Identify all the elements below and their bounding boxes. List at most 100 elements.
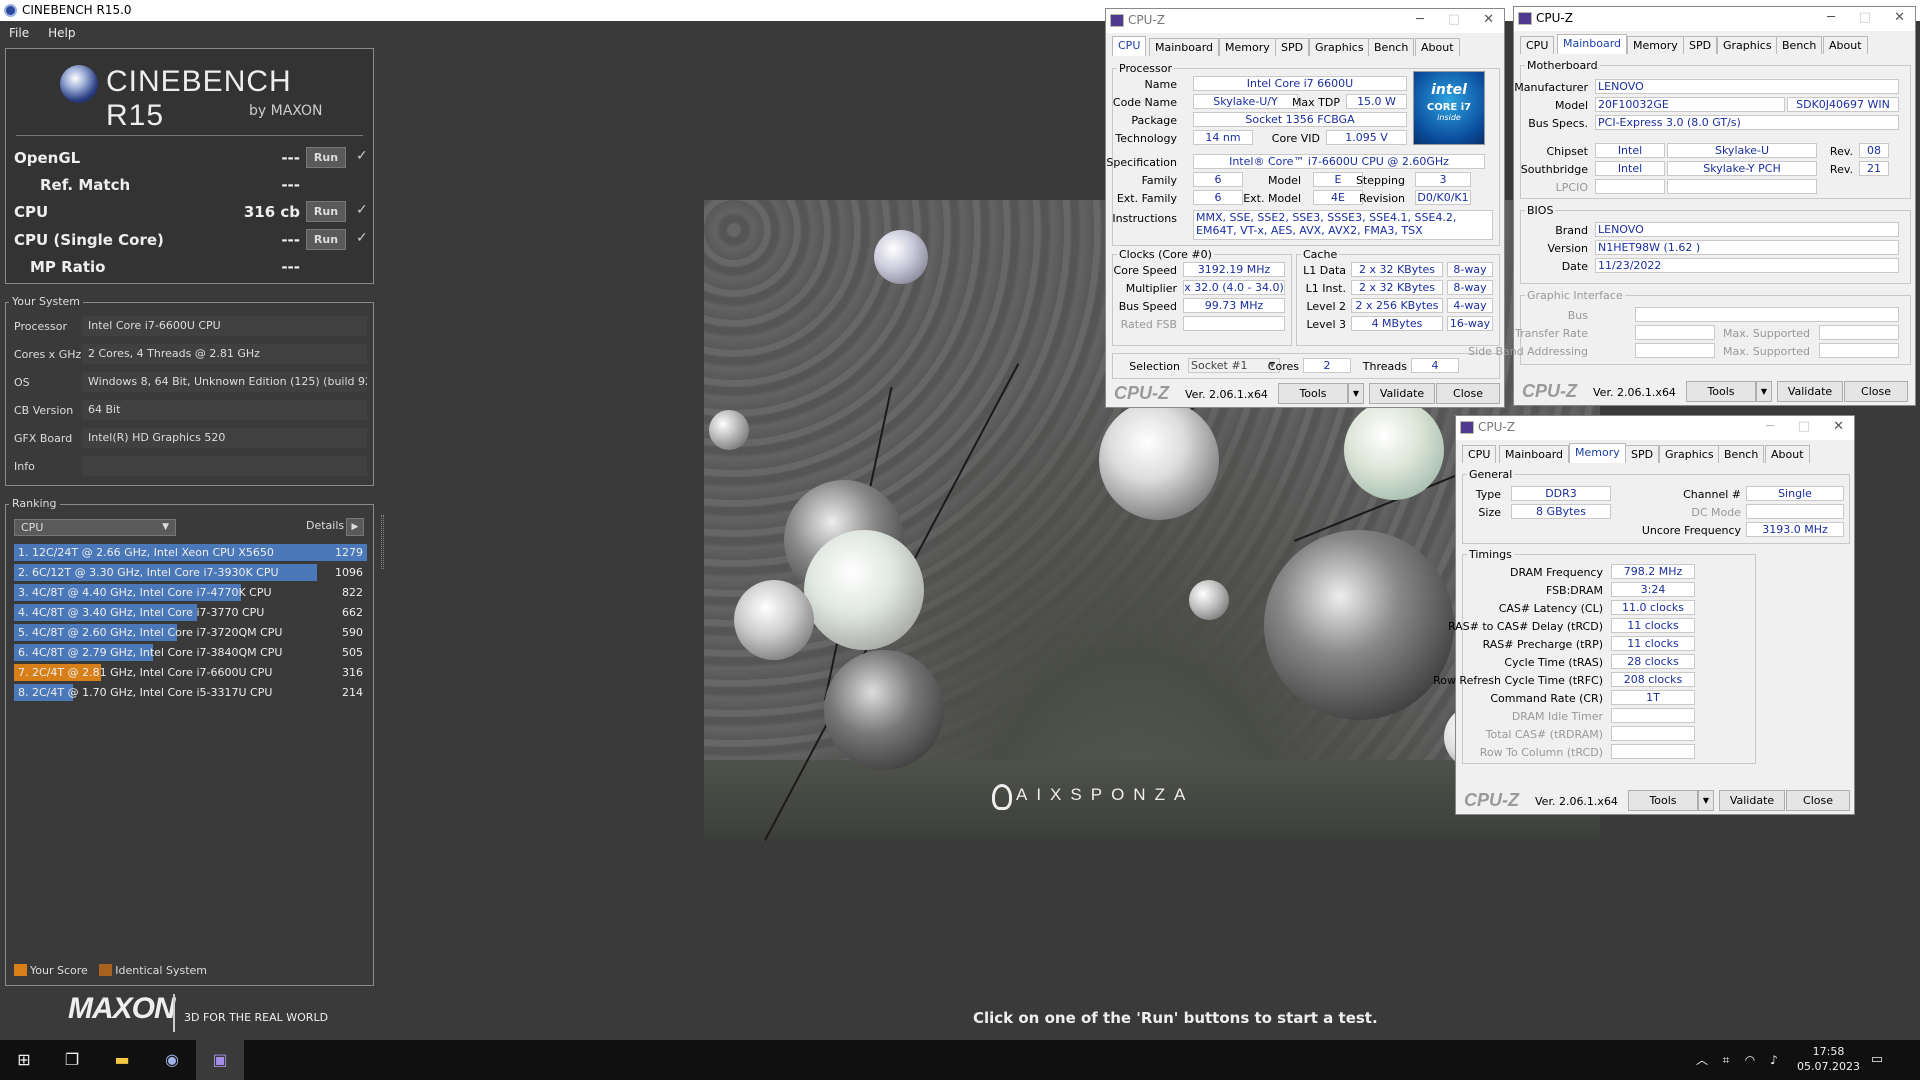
taskbar-file-explorer[interactable]: ▬ (98, 1040, 146, 1080)
tray-volume-icon[interactable]: ♪ (1762, 1040, 1786, 1080)
tab-memory[interactable]: Memory (1569, 443, 1626, 463)
maximize-icon[interactable]: □ (1859, 7, 1871, 29)
tools-button[interactable]: Tools (1628, 790, 1698, 811)
minimize-icon[interactable]: ─ (1766, 416, 1774, 438)
legend-label: Your Score (30, 964, 88, 977)
tab-spd[interactable]: SPD (1683, 36, 1718, 54)
badge-line: CORE i7 (1426, 102, 1472, 113)
system-value[interactable]: Intel Core i7-6600U CPU (82, 316, 367, 336)
system-value[interactable]: 64 Bit (82, 400, 367, 420)
tab-spd[interactable]: SPD (1625, 445, 1660, 463)
tray-network-icon[interactable]: ⌗ (1714, 1040, 1738, 1080)
close-button[interactable]: Close (1786, 790, 1850, 811)
timing-label: Total CAS# (tRDRAM) (1485, 728, 1603, 741)
manufacturer-value: LENOVO (1595, 79, 1899, 94)
ranking-row[interactable]: 7. 2C/4T @ 2.81 GHz, Intel Core i7-6600U… (14, 664, 367, 681)
tab-mainboard[interactable]: Mainboard (1499, 445, 1570, 463)
system-key: Info (14, 460, 35, 473)
label: Side Band Addressing (1468, 345, 1588, 358)
info-input[interactable] (82, 456, 367, 476)
group-title: Motherboard (1525, 59, 1600, 72)
notification-icon[interactable]: ▭ (1862, 1040, 1892, 1080)
label: Bus Specs. (1528, 117, 1588, 130)
tab-about[interactable]: About (1765, 445, 1810, 463)
tray-clock[interactable]: 17:58 05.07.2023 (1797, 1044, 1860, 1074)
window-footer: CPU-Z Ver. 2.06.1.x64 Tools ▼ Validate C… (1514, 379, 1915, 405)
cpuz-logo: CPU-Z (1522, 381, 1577, 401)
maximize-icon[interactable]: □ (1798, 416, 1810, 438)
menu-file[interactable]: File (9, 26, 29, 40)
tab-about[interactable]: About (1415, 38, 1460, 56)
clocks-group: Clocks (Core #0) Core Speed 3192.19 MHz … (1112, 248, 1292, 346)
label: Cores (1267, 360, 1299, 373)
details-button[interactable]: ▶ (346, 518, 364, 536)
start-button[interactable]: ⊞ (0, 1040, 48, 1080)
ranking-row[interactable]: 8. 2C/4T @ 1.70 GHz, Intel Core i5-3317U… (14, 684, 367, 701)
close-icon[interactable]: ✕ (1894, 7, 1905, 29)
system-value[interactable]: Windows 8, 64 Bit, Unknown Edition (125)… (82, 372, 367, 392)
run-single-core-button[interactable]: Run (306, 229, 346, 250)
code-name-value: Skylake-U/Y (1193, 94, 1298, 109)
tab-spd[interactable]: SPD (1275, 38, 1310, 56)
ranking-row[interactable]: 3. 4C/8T @ 4.40 GHz, Intel Core i7-4770K… (14, 584, 367, 601)
close-icon[interactable]: ✕ (1483, 9, 1494, 31)
minimize-icon[interactable]: ─ (1416, 9, 1424, 31)
minimize-icon[interactable]: ─ (1827, 7, 1835, 29)
tab-bench[interactable]: Bench (1368, 38, 1415, 56)
tab-bench[interactable]: Bench (1718, 445, 1765, 463)
test-label: Ref. Match (40, 176, 131, 194)
tab-cpu[interactable]: CPU (1520, 36, 1555, 54)
tab-graphics[interactable]: Graphics (1309, 38, 1370, 56)
validate-button[interactable]: Validate (1777, 381, 1843, 402)
socket-select[interactable]: Socket #1 (1188, 358, 1280, 373)
timing-value (1611, 708, 1695, 723)
taskbar-cinebench[interactable]: ◉ (148, 1040, 196, 1080)
tab-cpu[interactable]: CPU (1462, 445, 1497, 463)
check-icon[interactable]: ✓ (356, 202, 368, 218)
ranking-row[interactable]: 4. 4C/8T @ 3.40 GHz, Intel Core i7-3770 … (14, 604, 367, 621)
ranking-row[interactable]: 6. 4C/8T @ 2.79 GHz, Intel Core i7-3840Q… (14, 644, 367, 661)
validate-button[interactable]: Validate (1719, 790, 1785, 811)
tab-graphics[interactable]: Graphics (1659, 445, 1720, 463)
badge-brand: intel (1431, 82, 1467, 98)
check-icon[interactable]: ✓ (356, 230, 368, 246)
label: Selection (1129, 360, 1180, 373)
tools-dropdown-button[interactable]: ▼ (1756, 381, 1772, 402)
check-icon[interactable]: ✓ (356, 148, 368, 164)
maximize-icon[interactable]: □ (1448, 9, 1460, 31)
tab-mainboard[interactable]: Mainboard (1557, 34, 1628, 54)
close-icon[interactable]: ✕ (1833, 416, 1844, 438)
task-view-button[interactable]: ❐ (48, 1040, 96, 1080)
tab-memory[interactable]: Memory (1627, 36, 1684, 54)
tab-mainboard[interactable]: Mainboard (1149, 38, 1220, 56)
label: DC Mode (1691, 506, 1741, 519)
tray-chevron-up-icon[interactable]: ︿ (1690, 1040, 1714, 1080)
cinebench-icon: ◉ (165, 1050, 179, 1069)
tray-wifi-icon[interactable]: ◠ (1738, 1040, 1762, 1080)
ranking-row[interactable]: 2. 6C/12T @ 3.30 GHz, Intel Core i7-3930… (14, 564, 367, 581)
tab-about[interactable]: About (1823, 36, 1868, 54)
ranking-row[interactable]: 1. 12C/24T @ 2.66 GHz, Intel Xeon CPU X5… (14, 544, 367, 561)
close-button[interactable]: Close (1436, 383, 1500, 404)
ranking-score: 1096 (335, 566, 363, 579)
menu-help[interactable]: Help (48, 26, 75, 40)
system-value[interactable]: Intel(R) HD Graphics 520 (82, 428, 367, 448)
close-button[interactable]: Close (1844, 381, 1908, 402)
tools-dropdown-button[interactable]: ▼ (1698, 790, 1714, 811)
tools-button[interactable]: Tools (1278, 383, 1348, 404)
tab-graphics[interactable]: Graphics (1717, 36, 1778, 54)
run-opengl-button[interactable]: Run (306, 147, 346, 168)
tools-button[interactable]: Tools (1686, 381, 1756, 402)
tab-cpu[interactable]: CPU (1112, 36, 1147, 56)
max-tdp-value: 15.0 W (1346, 94, 1407, 109)
taskbar-cpuz[interactable]: ▣ (196, 1040, 244, 1080)
tab-memory[interactable]: Memory (1219, 38, 1276, 56)
ranking-row[interactable]: 5. 4C/8T @ 2.60 GHz, Intel Core i7-3720Q… (14, 624, 367, 641)
panel-resize-grip[interactable] (381, 515, 384, 569)
system-value[interactable]: 2 Cores, 4 Threads @ 2.81 GHz (82, 344, 367, 364)
tools-dropdown-button[interactable]: ▼ (1348, 383, 1364, 404)
tab-bench[interactable]: Bench (1776, 36, 1823, 54)
run-cpu-button[interactable]: Run (306, 201, 346, 222)
validate-button[interactable]: Validate (1369, 383, 1435, 404)
ranking-select[interactable]: CPU ▼ (14, 519, 176, 536)
